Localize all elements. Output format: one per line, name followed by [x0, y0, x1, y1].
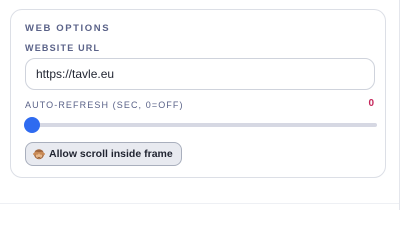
auto-refresh-label: AUTO-REFRESH (SEC, 0=OFF) [25, 100, 184, 110]
auto-refresh-slider[interactable] [24, 117, 377, 133]
website-url-input[interactable] [25, 58, 375, 90]
slider-track [25, 123, 377, 127]
allow-scroll-button[interactable]: Allow scroll inside frame [25, 142, 182, 166]
bottom-divider [0, 203, 399, 204]
web-options-card: WEB OPTIONS WEBSITE URL AUTO-REFRESH (SE… [10, 9, 386, 178]
web-options-panel: WEB OPTIONS WEBSITE URL AUTO-REFRESH (SE… [0, 0, 400, 210]
section-title: WEB OPTIONS [25, 23, 111, 34]
auto-refresh-value: 0 [368, 98, 374, 109]
slider-thumb[interactable] [24, 117, 40, 133]
allow-scroll-label: Allow scroll inside frame [49, 148, 173, 160]
see-no-evil-monkey-icon [33, 148, 45, 160]
website-url-label: WEBSITE URL [25, 43, 101, 53]
